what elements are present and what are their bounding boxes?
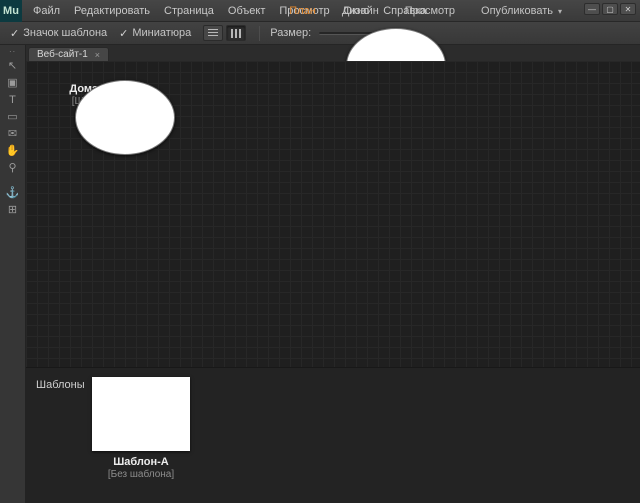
options-toolbar: ✓ Значок шаблона ✓ Миниатюра Размер:: [0, 22, 640, 45]
list-view-icon: [208, 29, 218, 38]
template-item-a: Шаблон-А [Без шаблона]: [92, 377, 190, 480]
minimize-button[interactable]: —: [584, 3, 600, 15]
text-tool-button[interactable]: T: [2, 93, 24, 108]
view-list-button[interactable]: [203, 25, 223, 41]
size-label: Размер:: [270, 27, 311, 39]
muse-window: Mu Файл Редактировать Страница Объект Пр…: [0, 0, 640, 503]
template-title[interactable]: Шаблон-А: [92, 456, 190, 468]
window-controls: — ▢ ✕: [584, 3, 636, 15]
templates-heading: Шаблоны: [36, 379, 85, 391]
mode-plan[interactable]: План: [276, 5, 329, 17]
template-thumbnail-a[interactable]: [92, 377, 190, 451]
rectangle-tool-button[interactable]: ▭: [2, 110, 24, 125]
template-icon-checkbox[interactable]: Значок шаблона: [23, 27, 107, 39]
template-base-label: [Без шаблона]: [92, 469, 190, 480]
content-area: ∙∙ ↖ ▣ T ▭ ✉ ✋ ⚲ ⚓ ⊞ Веб-сайт-1 ×: [0, 45, 640, 503]
slideshow-tool-button[interactable]: ✉: [2, 127, 24, 142]
anchor-tool-button[interactable]: ⚓: [2, 186, 24, 201]
columns-view-icon: [231, 29, 241, 38]
templates-section[interactable]: Шаблоны Шаблон-А [Без шаблона]: [26, 367, 640, 503]
mode-switcher: План Дизайн Просмотр Опубликовать ▾: [276, 0, 562, 22]
menu-page[interactable]: Страница: [157, 5, 221, 17]
mode-preview[interactable]: Просмотр: [392, 5, 468, 17]
check-icon[interactable]: ✓: [119, 27, 128, 40]
title-bar: Mu Файл Редактировать Страница Объект Пр…: [0, 0, 640, 22]
menu-object[interactable]: Объект: [221, 5, 272, 17]
check-icon[interactable]: ✓: [10, 27, 19, 40]
app-logo: Mu: [0, 0, 22, 22]
page-thumbnail-home[interactable]: [75, 80, 175, 155]
menu-edit[interactable]: Редактировать: [67, 5, 157, 17]
page-item-home: Домашняя [Шаблон-А]: [48, 78, 148, 107]
menu-file[interactable]: Файл: [26, 5, 67, 17]
publish-button[interactable]: Опубликовать: [468, 5, 566, 17]
grid-tool-button[interactable]: ⊞: [2, 203, 24, 218]
tools-panel: ∙∙ ↖ ▣ T ▭ ✉ ✋ ⚲ ⚓ ⊞: [0, 45, 26, 503]
maximize-button[interactable]: ▢: [602, 3, 618, 15]
thumbnail-checkbox[interactable]: Миниатюра: [132, 27, 191, 39]
plan-view: Веб-сайт-1 × Домашняя [Шаблон-А] Шаблоны…: [26, 45, 640, 503]
tab-website-1[interactable]: Веб-сайт-1 ×: [28, 47, 109, 61]
selection-tool-button[interactable]: ↖: [2, 59, 24, 74]
close-button[interactable]: ✕: [620, 3, 636, 15]
mode-design[interactable]: Дизайн: [329, 5, 392, 17]
panel-handle-icon[interactable]: ∙∙: [9, 48, 16, 57]
zoom-tool-button[interactable]: ⚲: [2, 161, 24, 176]
close-icon[interactable]: ×: [95, 50, 100, 60]
tab-title: Веб-сайт-1: [37, 49, 88, 60]
size-slider[interactable]: [319, 26, 399, 40]
hand-tool-button[interactable]: ✋: [2, 144, 24, 159]
plan-canvas[interactable]: Домашняя [Шаблон-А]: [26, 61, 640, 367]
crop-tool-button[interactable]: ▣: [2, 76, 24, 91]
toolbar-divider: [259, 26, 260, 41]
chevron-down-icon[interactable]: ▾: [558, 7, 562, 16]
view-columns-button[interactable]: [226, 25, 246, 41]
tab-bar: Веб-сайт-1 ×: [26, 45, 640, 61]
